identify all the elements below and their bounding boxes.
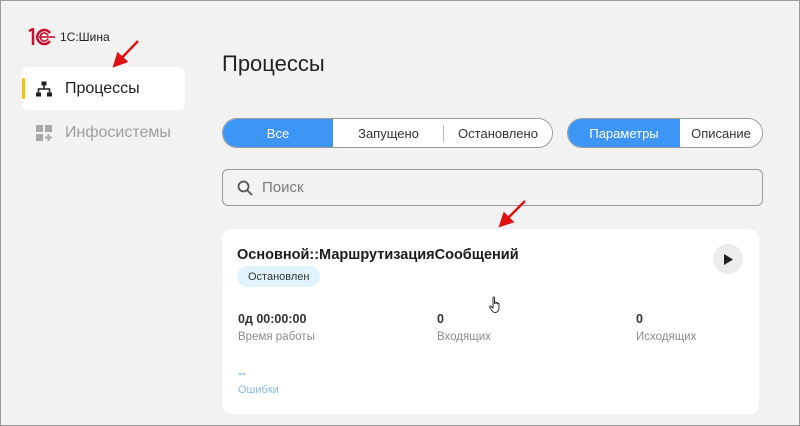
status-badge: Остановлен xyxy=(237,266,321,287)
sidebar-item-label: Инфосистемы xyxy=(65,123,171,141)
sidebar-item-processes[interactable]: Процессы xyxy=(22,67,185,110)
view-switch: Параметры Описание xyxy=(567,118,763,148)
search-input[interactable] xyxy=(262,179,742,196)
stat-label: Исходящих xyxy=(636,331,697,343)
process-name[interactable]: Основной::МаршрутизацияСообщений xyxy=(237,247,519,263)
process-card[interactable]: Основной::МаршрутизацияСообщений Останов… xyxy=(222,229,759,414)
start-process-button[interactable] xyxy=(713,244,743,274)
stat-label: Время работы xyxy=(238,331,315,343)
stat-label: Входящих xyxy=(437,331,491,343)
stat-value: 0 xyxy=(636,312,643,326)
stat-value: 0д 00:00:00 xyxy=(238,312,307,326)
stat-value: 0 xyxy=(437,312,444,326)
filter-stopped-button[interactable]: Остановлено xyxy=(444,119,552,147)
page-title: Процессы xyxy=(222,51,325,76)
stat-uptime: 0д 00:00:00 Время работы xyxy=(238,312,315,343)
annotation-arrow xyxy=(112,40,139,68)
stat-incoming: 0 Входящих xyxy=(437,312,491,343)
sidebar-item-label: Процессы xyxy=(65,79,140,97)
hand-cursor-icon xyxy=(489,296,500,313)
search-icon xyxy=(237,180,253,196)
view-parameters-button[interactable]: Параметры xyxy=(568,119,680,147)
app-logo: 1С:Шина xyxy=(26,28,110,46)
errors-link[interactable]: -- Ошибки xyxy=(238,366,279,396)
state-filter: Все Запущено Остановлено xyxy=(222,118,553,148)
errors-value: -- xyxy=(238,366,246,380)
grid-plus-icon xyxy=(36,124,52,141)
logo-text: 1С:Шина xyxy=(60,30,110,44)
sidebar-item-infosystems[interactable]: Инфосистемы xyxy=(22,111,185,154)
search-box xyxy=(222,169,763,206)
view-description-button[interactable]: Описание xyxy=(680,119,762,147)
hierarchy-icon xyxy=(36,81,52,96)
play-icon xyxy=(724,253,733,265)
logo-mark-icon xyxy=(28,28,55,46)
stat-outgoing: 0 Исходящих xyxy=(636,312,696,343)
filter-running-button[interactable]: Запущено xyxy=(333,119,444,147)
filter-all-button[interactable]: Все xyxy=(223,119,333,147)
errors-label: Ошибки xyxy=(238,384,279,396)
